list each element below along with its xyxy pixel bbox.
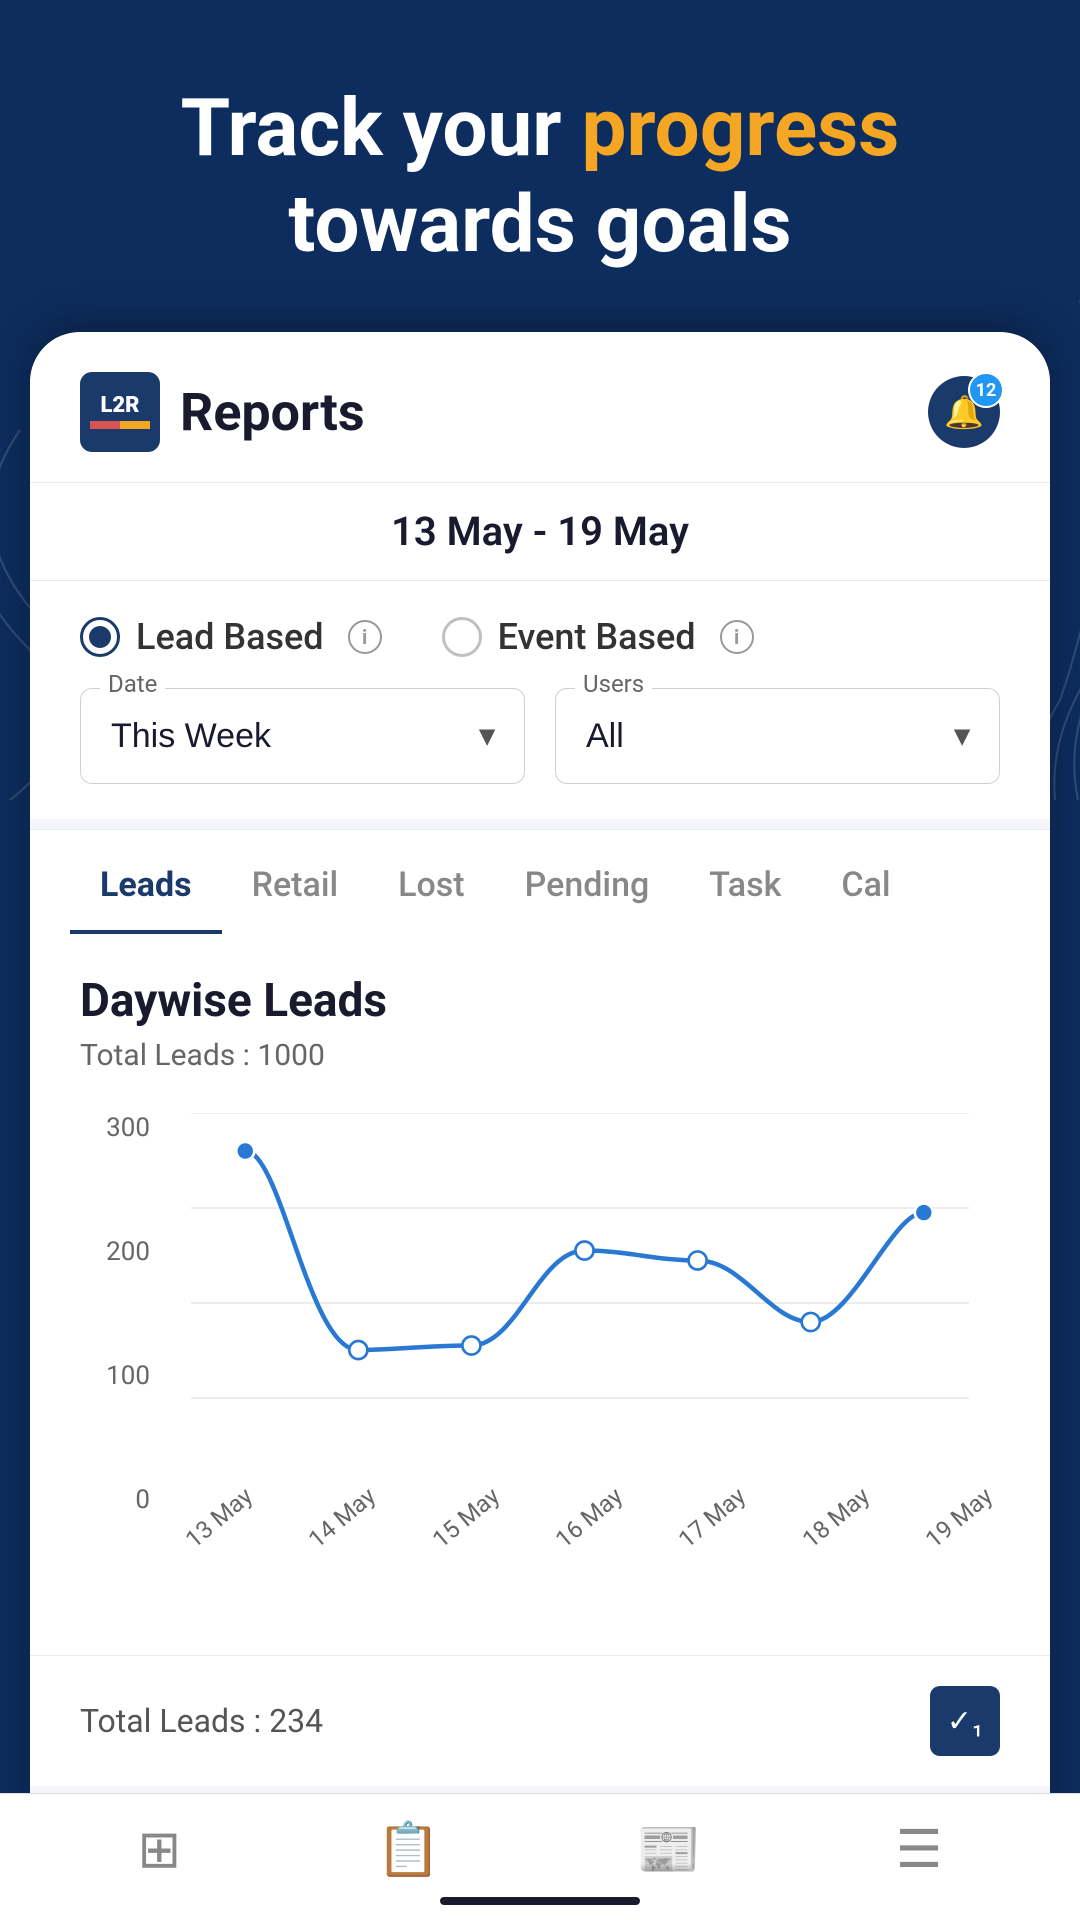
logo-bar [90,421,150,429]
y-label-200: 200 [80,1237,150,1267]
hero-line1-prefix: Track your [181,81,582,175]
x-axis-labels: 13 May 14 May 15 May 16 May 17 May 18 Ma… [160,1497,1000,1535]
hero-highlight: progress [581,81,899,175]
users-dropdown[interactable]: All Me [555,688,1000,784]
data-point-6 [915,1203,933,1221]
event-based-radio[interactable] [442,617,482,657]
hero-line2: towards goals [288,177,791,271]
users-dropdown-wrapper: Users All Me ▼ [555,688,1000,784]
nav-tasks[interactable]: 📋 [376,1819,441,1880]
lead-based-option[interactable]: Lead Based i [80,616,382,658]
radio-inner [89,626,111,648]
tab-pending[interactable]: Pending [495,830,680,934]
tabs-row: Leads Retail Lost Pending Task Cal [30,830,1050,934]
date-range-text: 13 May - 19 May [391,508,689,555]
tab-lost[interactable]: Lost [368,830,494,934]
logo-text: L2R [100,395,139,417]
users-dropdown-label: Users [575,670,652,698]
chart-total: 1000 [257,1038,324,1073]
lead-based-label: Lead Based [136,616,324,658]
tab-task[interactable]: Task [679,830,811,934]
tabs-section: Leads Retail Lost Pending Task Cal [30,829,1050,934]
chart-subtitle: Total Leads : 1000 [80,1038,1000,1073]
y-label-300: 300 [80,1113,150,1143]
date-dropdown[interactable]: This Week Last Week This Month [80,688,525,784]
logo-bar-orange [120,421,150,429]
event-based-info-icon[interactable]: i [720,620,754,654]
event-based-option[interactable]: Event Based i [442,616,754,658]
date-range-bar: 13 May - 19 May [30,482,1050,580]
notification-button[interactable]: 🔔 12 [928,376,1000,448]
bottom-summary: Total Leads : 234 ✓₁ [30,1655,1050,1786]
main-content: Daywise Leads Total Leads : 1000 300 200… [30,934,1050,1655]
nav-home[interactable]: ⊞ [138,1819,182,1880]
chart-title: Daywise Leads [80,974,1000,1028]
chart-subtitle-prefix: Total Leads : [80,1038,257,1073]
date-dropdown-label: Date [100,670,165,698]
nav-reports[interactable]: 📰 [636,1819,701,1880]
tab-cal[interactable]: Cal [811,830,920,934]
chart-y-labels: 300 200 100 0 [80,1113,150,1535]
event-based-label: Event Based [498,616,696,658]
chart-area: 300 200 100 0 [80,1113,1000,1615]
notification-badge: 12 [968,372,1004,408]
home-icon: ⊞ [138,1819,182,1880]
logo-area: L2R Reports [80,372,365,452]
data-point-4 [689,1251,707,1269]
data-point-3 [575,1241,593,1259]
chart-svg-container: 13 May 14 May 15 May 16 May 17 May 18 Ma… [160,1113,1000,1535]
chart-svg [160,1113,1000,1493]
tab-leads[interactable]: Leads [70,830,222,934]
reports-icon: 📰 [636,1819,701,1880]
date-dropdown-wrapper: Date This Week Last Week This Month ▼ [80,688,525,784]
summary-text: Total Leads : 234 [80,1702,323,1740]
y-label-0: 0 [80,1485,150,1515]
main-card: L2R Reports 🔔 12 13 May - 19 May Lead Ba… [30,332,1050,1852]
summary-icon[interactable]: ✓₁ [930,1686,1000,1756]
header-title: Reports [180,382,365,443]
menu-icon: ☰ [896,1819,943,1880]
summary-icon-symbol: ✓₁ [947,1704,983,1739]
tasks-icon: 📋 [376,1819,441,1880]
card-header: L2R Reports 🔔 12 [30,332,1050,482]
logo-bar-red [90,421,120,429]
dropdown-row: Date This Week Last Week This Month ▼ Us… [80,688,1000,784]
bottom-nav: ⊞ 📋 📰 ☰ [0,1793,1080,1920]
data-point-2 [462,1336,480,1354]
data-point-5 [802,1313,820,1331]
lead-based-radio[interactable] [80,617,120,657]
data-point-0 [236,1142,254,1160]
lead-based-info-icon[interactable]: i [348,620,382,654]
nav-menu[interactable]: ☰ [896,1819,943,1880]
y-label-100: 100 [80,1361,150,1391]
radio-group: Lead Based i Event Based i [80,616,1000,658]
logo-box: L2R [80,372,160,452]
data-point-1 [349,1341,367,1359]
home-indicator [440,1897,640,1905]
hero-section: Track your progress towards goals [0,0,1080,332]
filter-section: Lead Based i Event Based i Date This Wee… [30,580,1050,819]
tab-retail[interactable]: Retail [222,830,369,934]
